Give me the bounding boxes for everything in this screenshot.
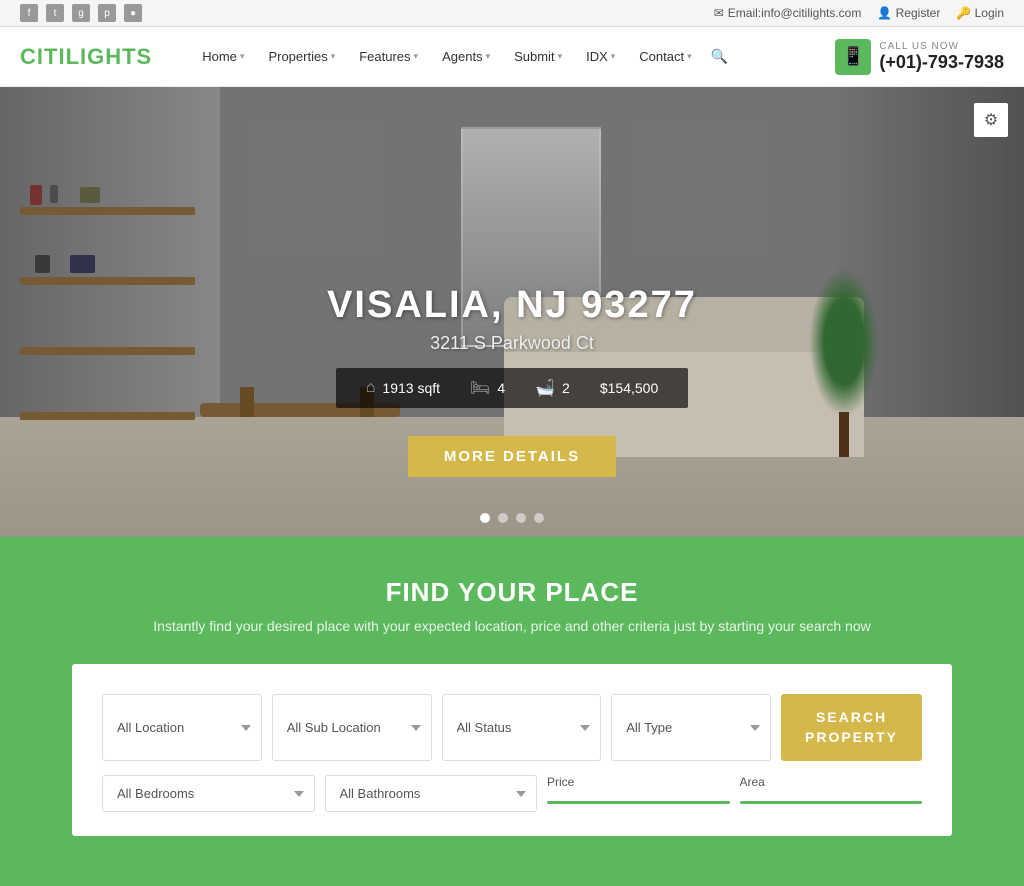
call-text: CALL US NOW (+01)-793-7938 xyxy=(879,41,1004,73)
location-select[interactable]: All Location New York New Jersey Califor… xyxy=(102,694,262,761)
search-row-1: All Location New York New Jersey Califor… xyxy=(102,694,922,761)
hero-details-button[interactable]: MORE DETAILS xyxy=(408,436,616,477)
area-label: Area xyxy=(740,775,923,789)
logo[interactable]: CITILIGHTS xyxy=(20,44,152,70)
hero-sqft: ⌂ 1913 sqft xyxy=(366,379,440,397)
slider-dot[interactable] xyxy=(480,513,490,523)
search-icon[interactable]: 🔍 xyxy=(706,43,734,71)
pinterest-icon[interactable]: p xyxy=(98,4,116,22)
home-icon: ⌂ xyxy=(366,379,376,397)
hero-baths: 🛁 2 xyxy=(535,378,570,398)
register-link[interactable]: 👤 Register xyxy=(877,6,940,20)
slider-dot[interactable] xyxy=(516,513,526,523)
hero-info-bar: ⌂ 1913 sqft 🛏 4 🛁 2 $154,500 xyxy=(336,368,689,408)
hero-address: 3211 S Parkwood Ct xyxy=(0,333,1024,354)
sub-location-select[interactable]: All Sub Location Downtown Midtown Uptown xyxy=(272,694,432,761)
bathrooms-select[interactable]: All Bathrooms 1 2 3 4+ xyxy=(325,775,538,812)
price-group: Price xyxy=(547,775,730,804)
status-select[interactable]: All Status For Sale For Rent Sold xyxy=(442,694,602,761)
top-bar-right: ✉ Email:info@citilights.com 👤 Register 🔑… xyxy=(714,6,1004,20)
hero-price: $154,500 xyxy=(600,380,658,396)
facebook-icon[interactable]: f xyxy=(20,4,38,22)
nav-agents[interactable]: Agents ▾ xyxy=(432,41,500,72)
slider-dots xyxy=(480,513,544,523)
search-box: All Location New York New Jersey Califor… xyxy=(72,664,952,836)
area-group: Area xyxy=(740,775,923,804)
chevron-down-icon: ▾ xyxy=(331,51,336,62)
rss-icon[interactable]: ● xyxy=(124,4,142,22)
nav-submit[interactable]: Submit ▾ xyxy=(504,41,572,72)
type-select[interactable]: All Type House Apartment Villa Commercia… xyxy=(611,694,771,761)
register-icon: 👤 xyxy=(877,6,892,20)
hero-slider: ⚙ VISALIA, NJ 93277 3211 S Parkwood Ct ⌂… xyxy=(0,87,1024,537)
settings-button[interactable]: ⚙ xyxy=(974,103,1008,137)
hero-beds: 🛏 4 xyxy=(470,378,505,398)
nav-home[interactable]: Home ▾ xyxy=(192,41,254,72)
hero-city-title: VISALIA, NJ 93277 xyxy=(0,284,1024,327)
google-plus-icon[interactable]: g xyxy=(72,4,90,22)
bedrooms-select[interactable]: All Bedrooms 1 2 3 4 5+ xyxy=(102,775,315,812)
nav-features[interactable]: Features ▾ xyxy=(349,41,428,72)
hero-content: VISALIA, NJ 93277 3211 S Parkwood Ct ⌂ 1… xyxy=(0,284,1024,477)
nav-idx[interactable]: IDX ▾ xyxy=(576,41,625,72)
chevron-down-icon: ▾ xyxy=(687,51,692,62)
twitter-icon[interactable]: t xyxy=(46,4,64,22)
bath-icon: 🛁 xyxy=(535,378,555,398)
email-text: Email:info@citilights.com xyxy=(728,6,862,20)
search-title: FIND YOUR PLACE xyxy=(20,577,1004,608)
search-description: Instantly find your desired place with y… xyxy=(20,618,1004,634)
slider-dot[interactable] xyxy=(534,513,544,523)
slider-dot[interactable] xyxy=(498,513,508,523)
nav-properties[interactable]: Properties ▾ xyxy=(258,41,345,72)
price-slider[interactable] xyxy=(547,801,730,804)
email-link[interactable]: ✉ Email:info@citilights.com xyxy=(714,6,862,20)
search-property-button[interactable]: SEARCH PROPERTY xyxy=(781,694,922,761)
phone-icon: 📱 xyxy=(835,39,871,75)
chevron-down-icon: ▾ xyxy=(240,51,245,62)
login-icon: 🔑 xyxy=(956,6,971,20)
top-bar: f t g p ● ✉ Email:info@citilights.com 👤 … xyxy=(0,0,1024,27)
chevron-down-icon: ▾ xyxy=(558,51,563,62)
nav-contact[interactable]: Contact ▾ xyxy=(629,41,701,72)
main-nav: CITILIGHTS Home ▾ Properties ▾ Features … xyxy=(0,27,1024,87)
search-row-2: All Bedrooms 1 2 3 4 5+ All Bathrooms 1 … xyxy=(102,775,922,812)
social-links: f t g p ● xyxy=(20,4,142,22)
nav-links: Home ▾ Properties ▾ Features ▾ Agents ▾ … xyxy=(192,41,815,72)
chevron-down-icon: ▾ xyxy=(486,51,491,62)
chevron-down-icon: ▾ xyxy=(611,51,616,62)
price-label: Price xyxy=(547,775,730,789)
call-section: 📱 CALL US NOW (+01)-793-7938 xyxy=(835,39,1004,75)
chevron-down-icon: ▾ xyxy=(414,51,419,62)
email-icon: ✉ xyxy=(714,6,724,20)
bed-icon: 🛏 xyxy=(470,378,490,398)
login-link[interactable]: 🔑 Login xyxy=(956,6,1004,20)
area-slider[interactable] xyxy=(740,801,923,804)
search-section: FIND YOUR PLACE Instantly find your desi… xyxy=(0,537,1024,886)
